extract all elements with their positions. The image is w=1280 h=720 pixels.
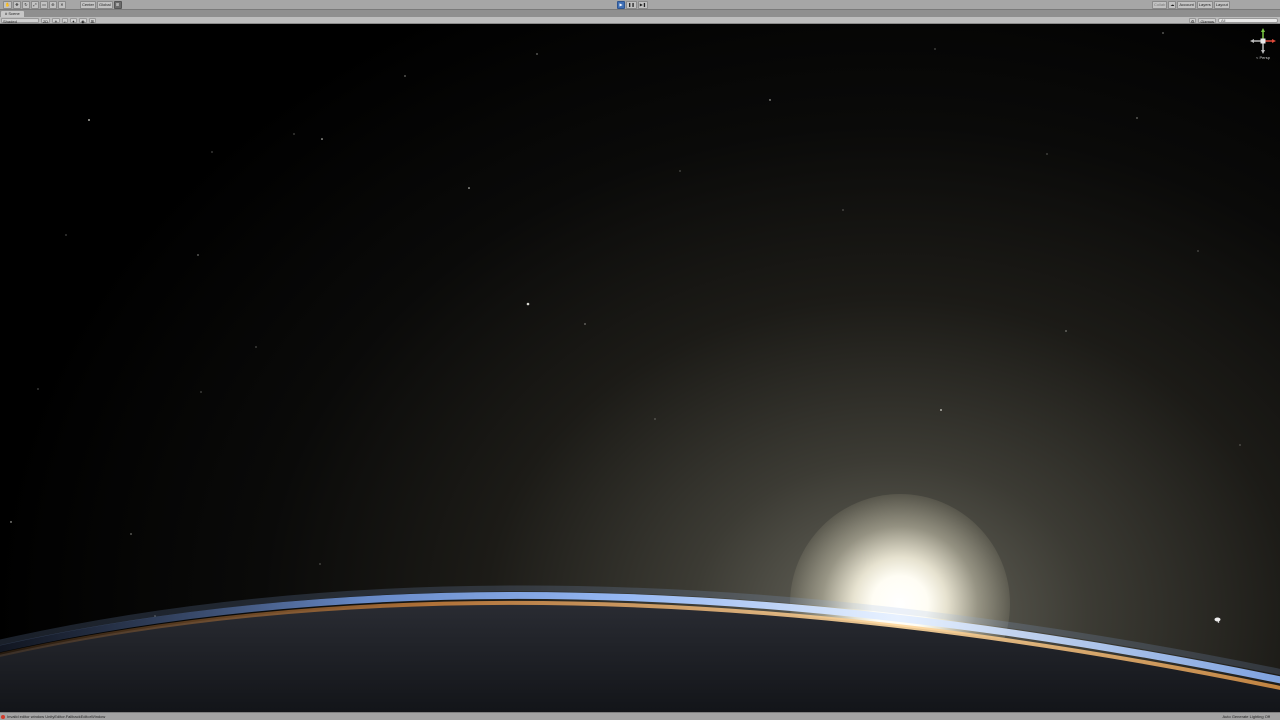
- planet-horizon: [0, 585, 1280, 712]
- scene-toolbar-right: ⚙ Gizmos All: [1188, 17, 1278, 24]
- snap-icon[interactable]: ⊞: [113, 1, 122, 9]
- cloud-icon[interactable]: ☁: [1168, 1, 1177, 9]
- camera-settings-icon[interactable]: ⚙: [1188, 18, 1197, 24]
- hand-tool-icon[interactable]: ✋: [3, 1, 12, 9]
- rect-tool-icon[interactable]: ▭: [39, 1, 48, 9]
- play-button[interactable]: ▶: [617, 1, 625, 9]
- mouse-cursor-icon: [1214, 617, 1221, 623]
- gizmos-dropdown[interactable]: Gizmos: [1198, 18, 1216, 24]
- playback-controls: ▶ ❚❚ ▶❚: [617, 1, 649, 9]
- pause-button[interactable]: ❚❚: [626, 1, 637, 9]
- audio-toggle-icon[interactable]: ♪: [61, 18, 68, 24]
- collab-button[interactable]: Collab: [1152, 1, 1168, 9]
- status-bar: Invalid editor window UnityEditor.Fallba…: [0, 712, 1280, 720]
- step-button[interactable]: ▶❚: [637, 1, 649, 9]
- projection-label[interactable]: < Persp: [1248, 55, 1278, 60]
- account-dropdown[interactable]: Account: [1177, 1, 1196, 9]
- scene-search-input[interactable]: All: [1218, 18, 1278, 23]
- lighting-status: Auto Generate Lighting Off: [1222, 714, 1270, 719]
- layout-dropdown[interactable]: Layout: [1213, 1, 1230, 9]
- rotate-tool-icon[interactable]: ↻: [21, 1, 30, 9]
- move-tool-icon[interactable]: ✥: [12, 1, 21, 9]
- right-controls: Collab ☁ Account Layers Layout: [1152, 1, 1230, 9]
- handle-rotation-toggle[interactable]: Global: [97, 1, 113, 9]
- main-toolbar: ✋ ✥ ↻ ⤢ ▭ ⊕ ✕ Center Global ⊞ ▶ ❚❚ ▶❚ Co…: [0, 0, 1280, 10]
- pivot-controls: Center Global ⊞: [80, 1, 122, 9]
- transform-tools: ✋ ✥ ↻ ⤢ ▭ ⊕ ✕: [3, 1, 66, 9]
- custom-tool-icon[interactable]: ✕: [57, 1, 66, 9]
- status-message[interactable]: Invalid editor window UnityEditor.Fallba…: [7, 714, 105, 720]
- hidden-objects-icon[interactable]: ◉: [79, 18, 87, 24]
- orientation-gizmo-icon[interactable]: [1248, 27, 1278, 57]
- layers-dropdown[interactable]: Layers: [1196, 1, 1213, 9]
- pivot-toggle[interactable]: Center: [80, 1, 97, 9]
- scale-tool-icon[interactable]: ⤢: [30, 1, 39, 9]
- scene-toolbar: Shaded 2D ☀ ♪ ✦ ◉ ⊞ ⚙ Gizmos All: [0, 17, 1280, 24]
- 2d-toggle[interactable]: 2D: [41, 18, 51, 24]
- transform-tool-icon[interactable]: ⊕: [48, 1, 57, 9]
- effects-dropdown-icon[interactable]: ✦: [69, 18, 78, 24]
- shading-mode-dropdown[interactable]: Shaded: [1, 18, 39, 24]
- grid-toggle-icon[interactable]: ⊞: [88, 18, 96, 24]
- error-icon: [1, 715, 5, 719]
- lighting-toggle-icon[interactable]: ☀: [52, 18, 60, 24]
- scene-toolbar-left: Shaded 2D ☀ ♪ ✦ ◉ ⊞: [1, 17, 96, 24]
- scene-viewport[interactable]: < Persp: [0, 24, 1280, 712]
- window-tab-bar: # Scene: [0, 10, 1280, 17]
